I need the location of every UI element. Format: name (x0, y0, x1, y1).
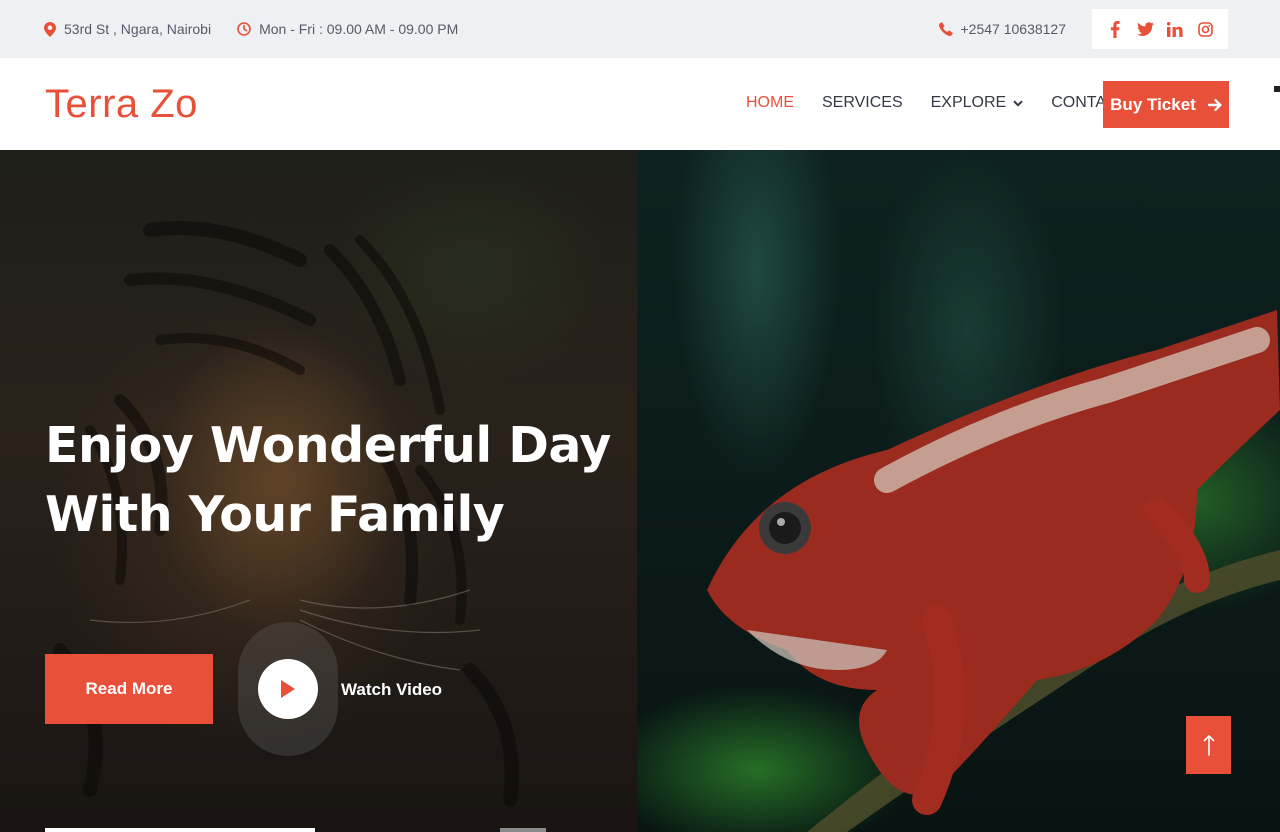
top-info-bar: 53rd St , Ngara, Nairobi Mon - Fri : 09.… (0, 0, 1280, 58)
hero-title: Enjoy Wonderful Day With Your Family (45, 412, 625, 549)
nav-item-explore-label: EXPLORE (930, 94, 1007, 111)
nav-item-explore[interactable]: EXPLORE (931, 94, 1024, 112)
read-more-button[interactable]: Read More (45, 654, 213, 724)
play-icon (281, 680, 295, 698)
location-pin-icon (44, 21, 56, 37)
phone-icon (938, 22, 953, 36)
phone-text: +2547 10638127 (960, 21, 1067, 37)
back-to-top-button[interactable] (1186, 716, 1231, 774)
chevron-down-icon (1013, 99, 1023, 107)
linkedin-icon (1167, 21, 1183, 37)
address-text: 53rd St , Ngara, Nairobi (64, 21, 212, 37)
chameleon-illustration (707, 310, 1280, 832)
instagram-link[interactable] (1190, 14, 1220, 44)
linkedin-link[interactable] (1160, 14, 1190, 44)
hero-section: Enjoy Wonderful Day With Your Family Rea… (0, 150, 1280, 832)
phone-item[interactable]: +2547 10638127 (938, 21, 1067, 37)
address-item: 53rd St , Ngara, Nairobi (44, 21, 211, 37)
watch-video-link[interactable]: Watch Video (341, 680, 442, 700)
play-button[interactable] (258, 659, 318, 719)
buy-ticket-label: Buy Ticket (1110, 94, 1196, 114)
hours-item: Mon - Fri : 09.00 AM - 09.00 PM (237, 21, 458, 37)
main-header: Terra Zo HOME SERVICES EXPLORE CONTACT B… (0, 58, 1274, 150)
clock-icon (237, 22, 251, 36)
social-links (1092, 9, 1228, 49)
buy-ticket-button[interactable]: Buy Ticket (1103, 81, 1229, 128)
facebook-link[interactable] (1100, 14, 1130, 44)
nav-item-home[interactable]: HOME (746, 94, 794, 112)
arrow-up-icon (1203, 734, 1214, 756)
arrow-right-icon (1207, 98, 1222, 111)
site-logo[interactable]: Terra Zo (45, 82, 198, 127)
instagram-icon (1197, 21, 1213, 37)
hours-text: Mon - Fri : 09.00 AM - 09.00 PM (259, 21, 459, 37)
facebook-icon (1110, 20, 1120, 38)
main-nav: HOME SERVICES EXPLORE CONTACT (746, 94, 1155, 112)
play-video-control[interactable] (238, 622, 338, 756)
scrollbar-edge (1274, 58, 1280, 150)
twitter-link[interactable] (1130, 14, 1160, 44)
slider-progress-bar (45, 828, 315, 832)
hero-title-line-2: With Your Family (45, 485, 505, 543)
twitter-icon (1136, 22, 1154, 36)
topbar-right: +2547 10638127 (938, 9, 1228, 49)
slider-indicator (500, 828, 546, 832)
contact-info: 53rd St , Ngara, Nairobi Mon - Fri : 09.… (44, 21, 458, 37)
nav-item-services[interactable]: SERVICES (822, 94, 903, 112)
hero-title-line-1: Enjoy Wonderful Day (45, 417, 611, 474)
